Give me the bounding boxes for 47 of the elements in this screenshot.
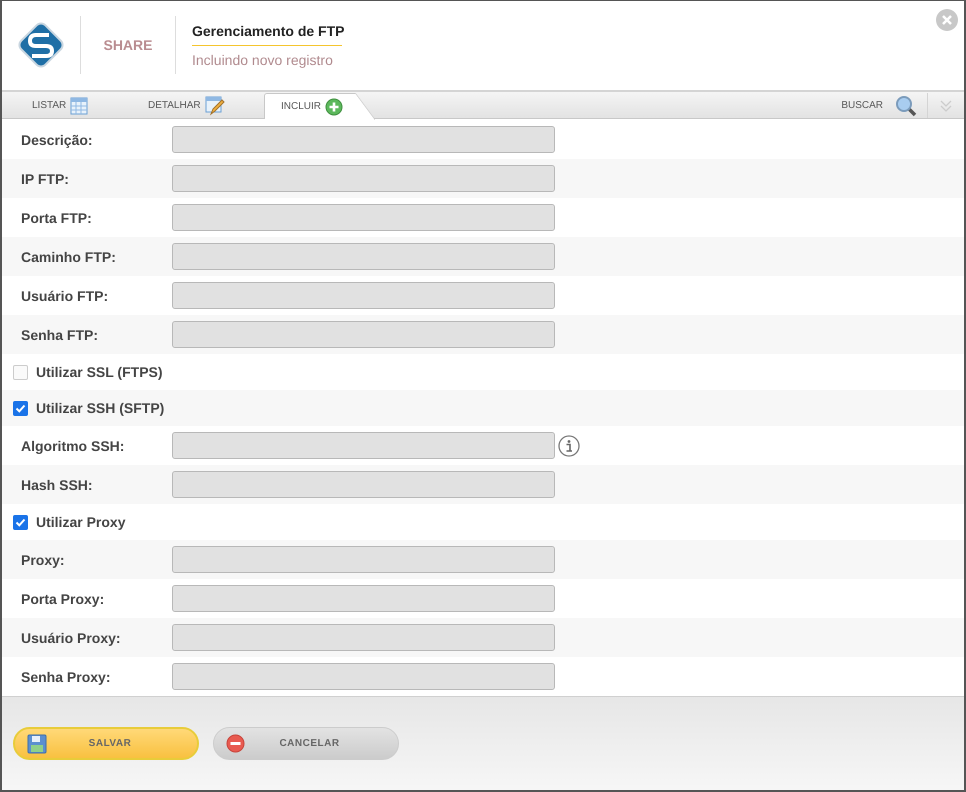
field-label: Algoritmo SSH:	[20, 438, 126, 454]
table-icon	[70, 96, 88, 115]
info-icon[interactable]	[558, 434, 580, 457]
field-label: Proxy:	[20, 552, 66, 568]
chevron-down-icon[interactable]	[939, 98, 953, 113]
field-label: Senha Proxy:	[20, 668, 112, 685]
tab[interactable]: LISTAR	[2, 93, 118, 118]
add-icon	[325, 98, 344, 116]
checkbox[interactable]	[13, 514, 28, 530]
close-icon	[941, 14, 953, 26]
input-field[interactable]	[172, 546, 555, 574]
tab[interactable]: DETALHAR	[118, 93, 234, 118]
checkbox[interactable]	[13, 400, 28, 416]
field-label: Porta Proxy:	[20, 590, 106, 607]
input-field[interactable]	[172, 126, 555, 154]
edit-icon	[204, 96, 225, 116]
field-label: Porta FTP:	[20, 210, 93, 226]
field-label: Caminho FTP:	[20, 248, 117, 265]
field-label: Usuário FTP:	[20, 288, 110, 304]
checkbox[interactable]	[13, 364, 28, 380]
minus-circle-icon	[226, 734, 245, 754]
input-field[interactable]	[172, 165, 555, 192]
search-button[interactable]: BUSCAR	[841, 93, 928, 118]
page-subtitle: Incluindo novo registro	[192, 52, 334, 68]
input-field[interactable]	[172, 585, 555, 612]
input-field[interactable]	[172, 204, 555, 232]
page-title: Gerenciamento de FTP	[192, 22, 342, 46]
input-field[interactable]	[172, 243, 555, 270]
field-label: Senha FTP:	[20, 326, 100, 343]
input-field[interactable]	[172, 432, 555, 460]
close-button[interactable]	[936, 9, 958, 31]
search-icon	[895, 94, 917, 117]
field-label: Usuário Proxy:	[20, 630, 122, 646]
field-label: IP FTP:	[20, 170, 70, 187]
checkbox-label: Utilizar SSL (FTPS)	[36, 364, 163, 380]
input-field[interactable]	[172, 282, 555, 310]
checkbox-label: Utilizar Proxy	[36, 514, 126, 530]
input-field[interactable]	[172, 321, 555, 348]
brand-name: SHARE	[102, 37, 154, 54]
input-field[interactable]	[172, 624, 555, 652]
cancel-button[interactable]: CANCELAR	[213, 727, 399, 760]
save-button[interactable]: SALVAR	[13, 727, 199, 760]
input-field[interactable]	[172, 663, 555, 690]
field-label: Hash SSH:	[20, 476, 94, 493]
input-field[interactable]	[172, 471, 555, 498]
field-label: Descrição:	[20, 132, 94, 148]
checkbox-label: Utilizar SSH (SFTP)	[36, 400, 164, 416]
